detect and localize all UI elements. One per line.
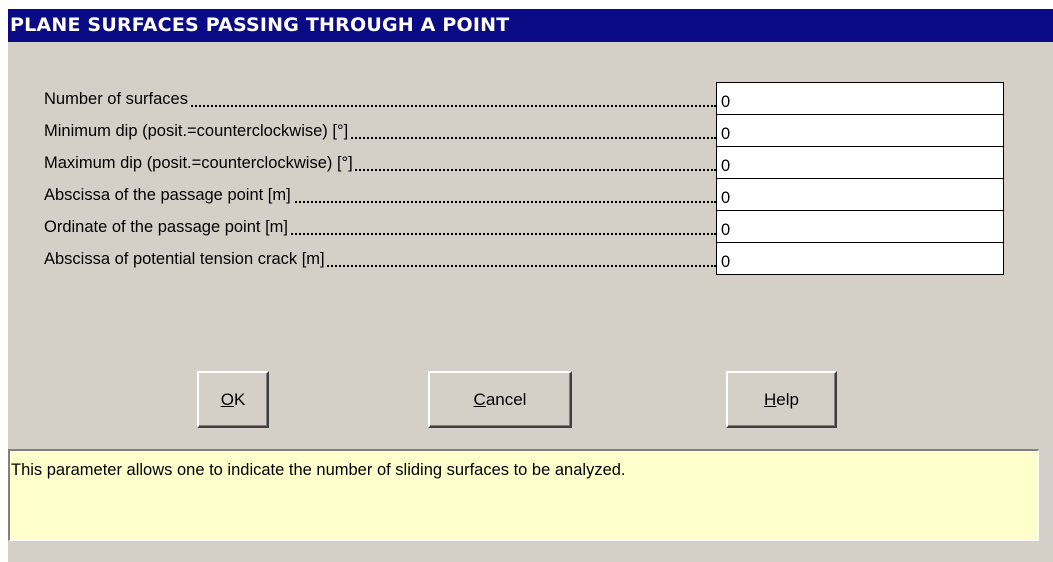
title-bar-top-strip: [8, 0, 1053, 9]
field-row-abscissa-passage-point: Abscissa of the passage point [m] 0: [44, 178, 1004, 211]
field-row-minimum-dip: Minimum dip (posit.=counterclockwise) [°…: [44, 114, 1004, 147]
number-of-surfaces-input[interactable]: 0: [716, 82, 1004, 115]
field-label: Abscissa of potential tension crack [m]: [44, 248, 716, 270]
abscissa-passage-point-input[interactable]: 0: [716, 178, 1004, 211]
minimum-dip-input[interactable]: 0: [716, 114, 1004, 147]
field-label-text: Ordinate of the passage point [m]: [44, 218, 290, 236]
cancel-button[interactable]: Cancel: [428, 371, 572, 428]
ok-button[interactable]: OK: [197, 371, 269, 428]
field-label-text: Minimum dip (posit.=counterclockwise) [°…: [44, 122, 351, 140]
cancel-button-label: ancel: [485, 390, 527, 409]
field-label: Maximum dip (posit.=counterclockwise) [°…: [44, 152, 716, 174]
help-button[interactable]: Help: [726, 371, 837, 428]
field-label: Abscissa of the passage point [m]: [44, 184, 716, 206]
dialog-window: PLANE SURFACES PASSING THROUGH A POINT N…: [7, 0, 1053, 562]
ordinate-passage-point-input[interactable]: 0: [716, 210, 1004, 243]
help-button-label: elp: [776, 390, 799, 409]
field-label: Number of surfaces: [44, 88, 716, 110]
field-row-abscissa-tension-crack: Abscissa of potential tension crack [m] …: [44, 242, 1004, 275]
field-row-number-of-surfaces: Number of surfaces 0: [44, 82, 1004, 115]
help-button-mnemonic: H: [764, 390, 777, 409]
field-row-ordinate-passage-point: Ordinate of the passage point [m] 0: [44, 210, 1004, 243]
dialog-title-bar: PLANE SURFACES PASSING THROUGH A POINT: [8, 9, 1053, 42]
maximum-dip-input[interactable]: 0: [716, 146, 1004, 179]
help-text: This parameter allows one to indicate th…: [11, 461, 626, 479]
field-label-text: Number of surfaces: [44, 90, 190, 108]
field-row-maximum-dip: Maximum dip (posit.=counterclockwise) [°…: [44, 146, 1004, 179]
abscissa-tension-crack-input[interactable]: 0: [716, 242, 1004, 275]
field-label-text: Abscissa of potential tension crack [m]: [44, 250, 327, 268]
field-label-text: Maximum dip (posit.=counterclockwise) [°…: [44, 154, 355, 172]
cancel-button-mnemonic: C: [473, 390, 486, 409]
field-label-text: Abscissa of the passage point [m]: [44, 186, 293, 204]
field-label: Ordinate of the passage point [m]: [44, 216, 716, 238]
help-text-box: This parameter allows one to indicate th…: [8, 449, 1039, 541]
field-label: Minimum dip (posit.=counterclockwise) [°…: [44, 120, 716, 142]
ok-button-mnemonic: O: [220, 390, 234, 409]
dialog-title: PLANE SURFACES PASSING THROUGH A POINT: [10, 14, 510, 36]
ok-button-label: K: [233, 390, 246, 409]
